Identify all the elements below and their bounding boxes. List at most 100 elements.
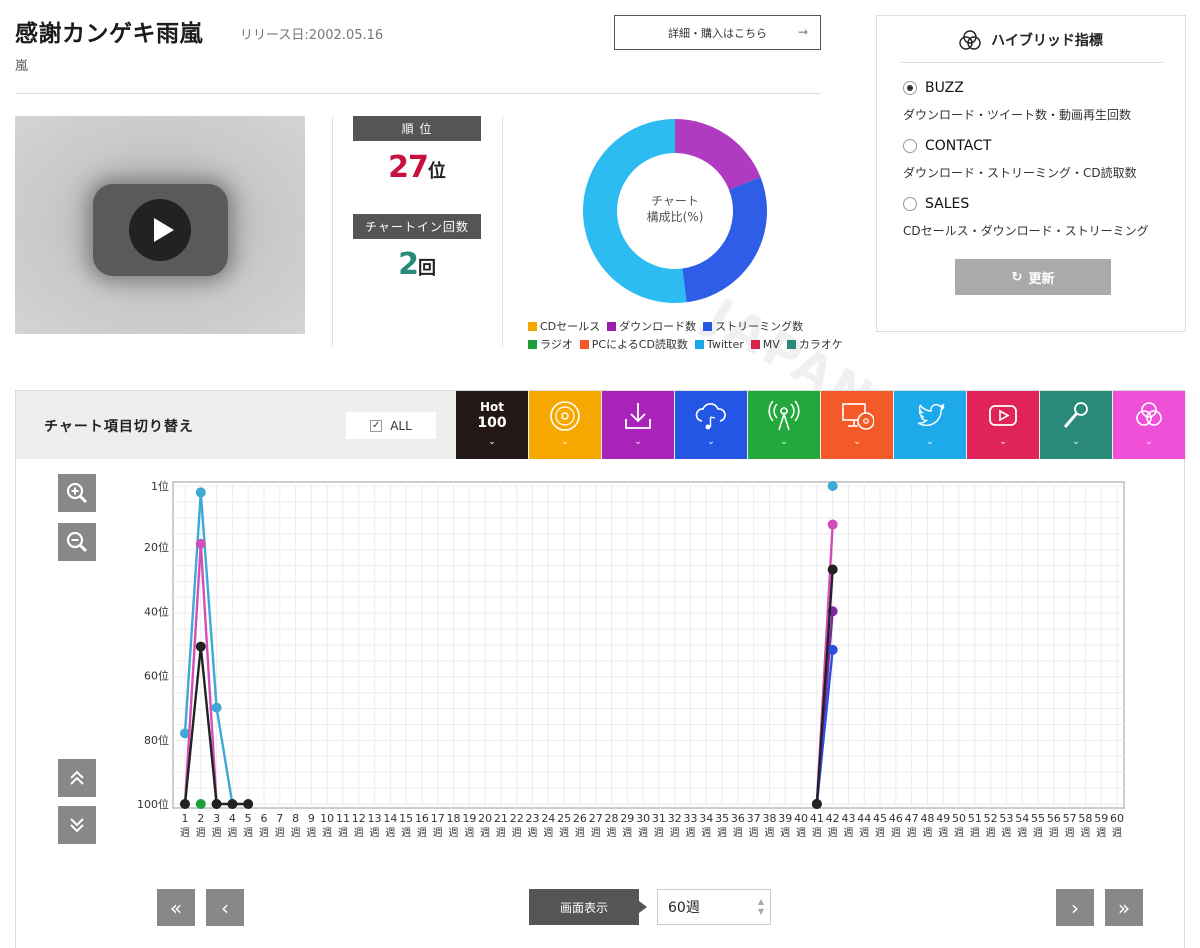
x-tick-unit: 週 — [417, 827, 427, 839]
checkbox-icon[interactable]: ✓ — [370, 419, 383, 432]
update-button[interactable]: ↻ 更新 — [955, 259, 1111, 295]
tab-streaming[interactable]: ⌄ — [675, 391, 747, 459]
radio-contact[interactable] — [903, 139, 917, 153]
chartin-number: 2 — [398, 247, 419, 282]
x-tick-label: 10 — [320, 812, 334, 825]
download-icon — [625, 403, 651, 429]
hybrid-title-text: ハイブリッド指標 — [991, 33, 1103, 49]
x-tick-label: 3 — [213, 812, 220, 825]
x-tick-label: 49 — [936, 812, 950, 825]
video-thumbnail[interactable] — [15, 116, 305, 334]
zoom-out-button[interactable] — [58, 523, 96, 561]
scroll-down-button[interactable] — [58, 806, 96, 844]
last-page-button[interactable]: » — [1105, 889, 1143, 926]
composition-legend-row2: ラジオ PCによるCD読取数 Twitter MV カラオケ — [528, 336, 843, 352]
data-point-5[interactable] — [243, 799, 254, 809]
legend-swatch — [786, 339, 796, 349]
x-tick-unit: 週 — [338, 827, 348, 839]
legend-swatch — [750, 339, 760, 349]
data-point-5[interactable] — [227, 799, 238, 809]
legend-label: CDセールス — [540, 320, 601, 333]
x-tick-label: 32 — [668, 812, 682, 825]
cloud-music-icon — [695, 403, 726, 430]
x-tick-label: 28 — [605, 812, 619, 825]
data-point-5[interactable] — [811, 799, 822, 809]
tab-hybrid[interactable]: ⌄ — [1113, 391, 1185, 459]
all-toggle-button[interactable]: ✓ ALL — [346, 412, 436, 439]
x-tick-label: 41 — [810, 812, 824, 825]
x-tick-unit: 週 — [828, 827, 838, 839]
legend-label: MV — [762, 337, 780, 351]
data-point-5[interactable] — [211, 799, 222, 809]
hybrid-option-desc: ダウンロード・ストリーミング・CD読取数 — [903, 166, 1137, 180]
hybrid-option-contact[interactable]: CONTACT — [903, 138, 991, 154]
x-tick-label: 59 — [1094, 812, 1108, 825]
x-tick-unit: 週 — [180, 827, 190, 839]
hybrid-icon — [1136, 402, 1162, 426]
chevron-down-icon: ⌄ — [488, 437, 496, 447]
data-point-5[interactable] — [827, 564, 838, 575]
prev-page-button[interactable]: ‹ — [206, 889, 244, 926]
buy-details-button[interactable]: 詳細・購入はこちら ⇾ — [614, 15, 821, 50]
x-tick-label: 33 — [683, 812, 697, 825]
data-point-5[interactable] — [180, 799, 190, 809]
x-tick-label: 5 — [245, 812, 252, 825]
scroll-up-button[interactable] — [58, 759, 96, 797]
data-point-4[interactable] — [195, 799, 206, 809]
x-tick-label: 44 — [857, 812, 871, 825]
first-page-button[interactable]: « — [157, 889, 195, 926]
data-point-0[interactable] — [195, 487, 206, 498]
x-tick-label: 46 — [889, 812, 903, 825]
x-tick-label: 36 — [731, 812, 745, 825]
zoom-in-button[interactable] — [58, 474, 96, 512]
tab-twitter[interactable]: ⌄ — [894, 391, 966, 459]
x-tick-unit: 週 — [306, 827, 316, 839]
x-tick-unit: 週 — [212, 827, 222, 839]
data-point-0[interactable] — [211, 702, 222, 713]
legend-item: カラオケ — [786, 336, 843, 352]
x-tick-unit: 週 — [654, 827, 664, 839]
tab-download[interactable]: ⌄ — [602, 391, 674, 459]
x-tick-unit: 週 — [1033, 827, 1043, 839]
tab-mv[interactable]: ⌄ — [967, 391, 1039, 459]
arrow-right-icon: ⇾ — [797, 25, 808, 39]
x-tick-unit: 週 — [907, 827, 917, 839]
radio-sales[interactable] — [903, 197, 917, 211]
y-tick-label: 100位 — [137, 797, 169, 811]
x-tick-label: 43 — [841, 812, 855, 825]
tab-radio[interactable]: ⌄ — [748, 391, 820, 459]
x-tick-label: 39 — [778, 812, 792, 825]
chartin-value: 2回 — [353, 247, 481, 282]
next-page-button[interactable]: › — [1056, 889, 1094, 926]
tab-pc[interactable]: ⌄ — [821, 391, 893, 459]
legend-item: MV — [750, 336, 780, 352]
hybrid-option-sales[interactable]: SALES — [903, 196, 969, 212]
data-point-1[interactable] — [827, 519, 838, 530]
x-tick-unit: 週 — [622, 827, 632, 839]
data-point-5[interactable] — [195, 641, 206, 652]
x-tick-label: 12 — [352, 812, 366, 825]
chevron-down-icon: ⌄ — [926, 437, 934, 447]
weeks-select[interactable]: 60週 ▲ ▼ — [657, 889, 771, 925]
x-tick-unit: 週 — [401, 827, 411, 839]
chevron-down-icon: ⌄ — [634, 437, 642, 447]
chartin-label: チャートイン回数 — [353, 214, 481, 239]
tab-cd[interactable]: ⌄ — [529, 391, 601, 459]
x-tick-label: 6 — [260, 812, 267, 825]
x-tick-label: 56 — [1047, 812, 1061, 825]
data-point-1[interactable] — [195, 538, 206, 549]
x-tick-label: 25 — [557, 812, 571, 825]
x-tick-unit: 週 — [607, 827, 617, 839]
x-tick-unit: 週 — [243, 827, 253, 839]
legend-swatch — [528, 339, 537, 349]
data-point-0[interactable] — [827, 481, 838, 491]
x-tick-label: 11 — [336, 812, 350, 825]
hybrid-option-buzz[interactable]: BUZZ — [903, 80, 964, 96]
radio-buzz[interactable] — [903, 81, 917, 95]
data-point-3[interactable] — [827, 644, 838, 655]
x-tick-label: 24 — [541, 812, 555, 825]
youtube-play-icon[interactable] — [93, 184, 228, 276]
tab-karaoke[interactable]: ⌄ — [1040, 391, 1112, 459]
y-tick-label: 1位 — [151, 479, 169, 493]
tab-hot100[interactable]: Hot 100 ⌄ — [456, 391, 528, 459]
